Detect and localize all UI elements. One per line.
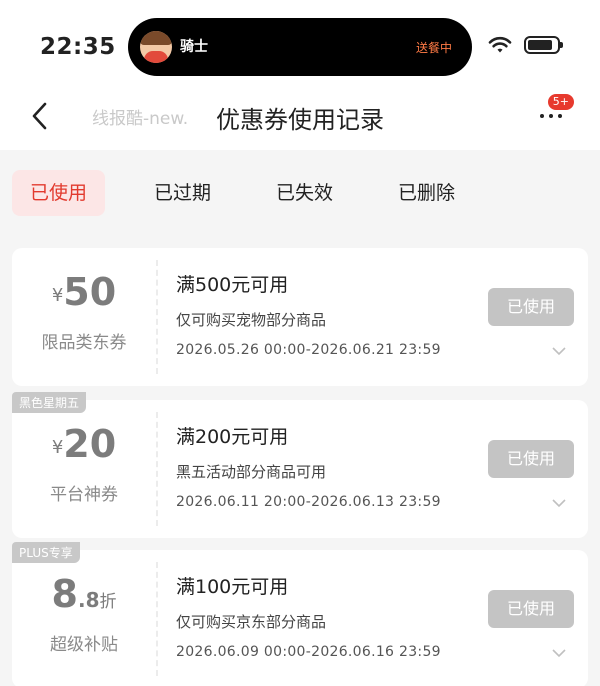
coupon-threshold: 满100元可用 (176, 576, 289, 598)
coupon-threshold: 满500元可用 (176, 274, 289, 296)
coupon-value-panel: ¥50 限品类东券 (12, 248, 156, 386)
dynamic-island[interactable]: 骑士 送餐中 (128, 18, 472, 76)
coupon-info: 满200元可用 黑五活动部分商品可用 2026.06.11 20:00-2026… (176, 422, 441, 510)
coupon-scope: 黑五活动部分商品可用 (176, 463, 327, 481)
coupon-type-label: 平台神券 (50, 485, 118, 505)
courier-avatar-icon (140, 31, 172, 63)
coupon-amount: ¥20 (51, 422, 117, 466)
coupon-amount: ¥50 (51, 270, 117, 314)
coupon-info: 满100元可用 仅可购买京东部分商品 2026.06.09 00:00-2026… (176, 572, 441, 660)
coupon-validity: 2026.05.26 00:00-2026.06.21 23:59 (176, 342, 441, 358)
coupon-value-panel: 黑色星期五 ¥20 平台神券 (12, 392, 156, 538)
chevron-down-icon[interactable] (552, 498, 566, 508)
island-courier-label: 骑士 (180, 39, 208, 55)
island-delivery-status: 送餐中 (415, 41, 452, 55)
nav-bar: 线报酷-new. 优惠券使用记录 5+ (0, 86, 600, 150)
coupon-scope: 仅可购买京东部分商品 (176, 613, 327, 631)
status-bar: 22:35 骑士 送餐中 (0, 0, 600, 86)
used-status-button[interactable]: 已使用 (488, 288, 574, 326)
chevron-down-icon[interactable] (552, 346, 566, 356)
wifi-icon (488, 36, 512, 53)
used-status-button[interactable]: 已使用 (488, 440, 574, 478)
more-options-icon[interactable] (540, 114, 562, 118)
coupon-tag: PLUS专享 (12, 542, 80, 563)
chevron-down-icon[interactable] (552, 648, 566, 658)
status-tabs: 已使用 已过期 已失效 已删除 (0, 150, 600, 236)
dashed-divider (156, 260, 158, 374)
coupon-tag: 黑色星期五 (12, 392, 87, 413)
tab-used[interactable]: 已使用 (12, 170, 106, 216)
coupon-amount: 8.8折 (51, 572, 117, 616)
coupon-validity: 2026.06.11 20:00-2026.06.13 23:59 (176, 494, 441, 510)
battery-icon (524, 36, 563, 54)
status-time: 22:35 (40, 34, 116, 60)
coupon-validity: 2026.06.09 00:00-2026.06.16 23:59 (176, 644, 441, 660)
status-icons (488, 36, 563, 54)
notification-badge: 5+ (547, 94, 574, 110)
dashed-divider (156, 562, 158, 676)
coupon-card[interactable]: PLUS专享 8.8折 超级补贴 满100元可用 仅可购买京东部分商品 2026… (12, 542, 588, 686)
tab-deleted[interactable]: 已删除 (380, 170, 473, 216)
dashed-divider (156, 412, 158, 526)
coupon-type-label: 超级补贴 (50, 635, 118, 655)
used-status-button[interactable]: 已使用 (488, 590, 574, 628)
coupon-type-label: 限品类东券 (41, 333, 127, 353)
coupon-card[interactable]: ¥50 限品类东券 满500元可用 仅可购买宠物部分商品 2026.05.26 … (12, 248, 588, 386)
page-title: 优惠券使用记录 (216, 106, 384, 134)
tab-invalid[interactable]: 已失效 (258, 170, 351, 216)
coupon-info: 满500元可用 仅可购买宠物部分商品 2026.05.26 00:00-2026… (176, 270, 441, 358)
coupon-scope: 仅可购买宠物部分商品 (176, 311, 327, 329)
coupon-threshold: 满200元可用 (176, 426, 289, 448)
coupon-card[interactable]: 黑色星期五 ¥20 平台神券 满200元可用 黑五活动部分商品可用 2026.0… (12, 392, 588, 538)
coupon-value-panel: PLUS专享 8.8折 超级补贴 (12, 542, 156, 686)
tab-expired[interactable]: 已过期 (136, 170, 229, 216)
